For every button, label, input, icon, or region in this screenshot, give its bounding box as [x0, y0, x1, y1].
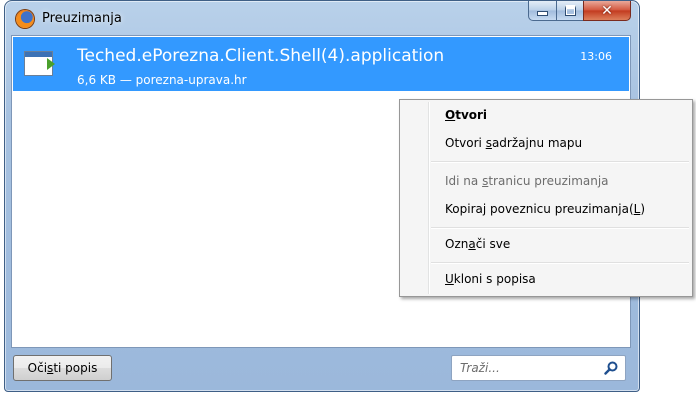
- menu-item-remove-from-list[interactable]: Ukloni s popisa: [403, 268, 689, 292]
- menu-separator: [431, 262, 689, 264]
- menu-separator: [431, 161, 689, 163]
- application-file-icon: [24, 51, 55, 76]
- menu-item-open[interactable]: Otvori: [403, 104, 689, 128]
- bottom-bar: Očisti popis Traži...: [11, 351, 631, 385]
- search-icon[interactable]: [604, 361, 618, 375]
- download-info: 6,6 KB — porezna-uprava.hr: [77, 73, 247, 87]
- close-icon: ✕: [601, 2, 613, 19]
- menu-item-select-all[interactable]: Označi sve: [403, 233, 689, 257]
- maximize-icon: [564, 5, 576, 16]
- caption-buttons: ✕: [528, 1, 631, 23]
- maximize-button[interactable]: [556, 1, 583, 21]
- window-title: Preuzimanja: [42, 11, 122, 26]
- download-item[interactable]: Teched.ePorezna.Client.Shell(4).applicat…: [13, 37, 629, 91]
- clear-list-label: Očisti popis: [27, 361, 98, 375]
- clear-list-button[interactable]: Očisti popis: [13, 355, 112, 381]
- firefox-icon: [16, 10, 34, 28]
- download-filename: Teched.ePorezna.Client.Shell(4).applicat…: [77, 46, 445, 66]
- context-menu: Otvori Otvori sadržajnu mapu Idi na stra…: [399, 99, 693, 297]
- close-button[interactable]: ✕: [583, 1, 631, 21]
- minimize-button[interactable]: [528, 1, 556, 21]
- menu-item-go-to-download-page: Idi na stranicu preuzimanja: [445, 174, 609, 188]
- download-time: 13:06: [580, 50, 612, 63]
- menu-item-copy-download-link[interactable]: Kopiraj poveznicu preuzimanja(L): [403, 198, 689, 222]
- search-input[interactable]: Traži...: [451, 355, 626, 381]
- menu-separator: [431, 227, 689, 229]
- minimize-icon: [537, 11, 548, 16]
- menu-item-open-folder[interactable]: Otvori sadržajnu mapu: [403, 132, 689, 156]
- search-placeholder: Traži...: [460, 361, 500, 375]
